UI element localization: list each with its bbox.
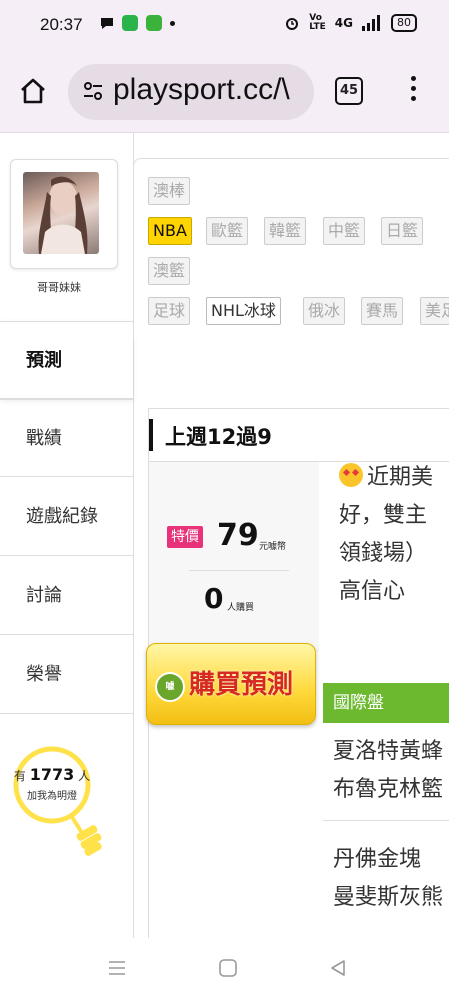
tab-switcher-button[interactable]: 45 [335,77,363,105]
status-bar: 20:37 Vo LTE 4G 80 [0,0,449,50]
lightbulb-icon [13,746,102,856]
league-chip-american-football[interactable]: 美足 [420,297,449,325]
coin-icon: 噱 [155,672,185,702]
follower-prefix: 有 [13,769,26,783]
league-chip-aus-baseball[interactable]: 澳棒 [148,177,191,205]
avatar-card[interactable] [10,159,118,269]
buy-prediction-label: 購買預測 [189,670,294,700]
league-filter: 澳棒 NBA 歐籃 韓籃 中籃 日籃 澳籃 足球 NHL冰球 俄冰 賽馬 美足 [133,158,449,339]
special-price-badge: 特價 [167,526,203,548]
clock: 20:37 [40,15,83,34]
signal-bars-icon [362,15,380,31]
league-chip-soccer[interactable]: 足球 [148,297,191,325]
sidebar-item-discussion[interactable]: 討論 [0,557,133,635]
sidebar-item-game-history[interactable]: 遊戲紀錄 [0,478,133,556]
follower-count: 1773 [29,765,75,784]
away-team: 布魯克林籃 [333,777,444,802]
header-accent [149,419,153,451]
system-status-icons: Vo LTE 4G 80 [284,14,417,32]
analysis-line: 好，雙主 [339,503,428,528]
league-chip-china-basketball[interactable]: 中籃 [323,217,366,245]
record-title: 上週12過9 [165,425,272,449]
more-notifications-dot [170,20,175,26]
follower-suffix: 人 [78,769,91,783]
price-value: 79 [217,518,259,553]
market-type-header: 國際盤 [323,683,449,723]
site-settings-icon[interactable] [82,80,104,102]
username: 哥哥妹妹 [37,281,81,294]
profile-sidebar: 哥哥妹妹 預測 戰績 遊戲紀錄 討論 榮譽 有 1773 人 加我為明燈 [0,133,134,938]
league-chip-nba[interactable]: NBA [148,217,192,245]
signal-icon: 4G [334,16,353,30]
notification-icons [100,15,175,31]
home-team: 丹佛金塊 [333,847,422,872]
alarm-icon [286,18,299,30]
sidebar-item-predictions[interactable]: 預測 [0,321,133,399]
browser-toolbar: playsport.cc/\ 45 [0,50,449,133]
avatar-photo [38,176,88,254]
follow-caption: 加我為明燈 [27,791,77,802]
web-page: 哥哥妹妹 預測 戰績 遊戲紀錄 討論 榮譽 有 1773 人 加我為明燈 澳棒 … [0,133,449,938]
volte-icon: Vo LTE [309,13,326,32]
app-notification-icon [146,15,162,31]
avatar [23,172,99,254]
follow-lightbulb-button[interactable]: 有 1773 人 加我為明燈 [10,745,120,865]
sidebar-item-record[interactable]: 戰績 [0,399,133,477]
home-nav-icon[interactable] [218,958,238,978]
star-eyes-emoji-icon [339,463,363,487]
address-bar[interactable]: playsport.cc/\ [68,64,314,120]
game-row[interactable]: 丹佛金塊 曼斐斯灰熊 [323,831,449,929]
follower-count-line: 有 1773 人 [10,765,94,784]
home-team: 夏洛特黃蜂 [333,739,444,764]
analysis-line: 近期美 [339,459,449,497]
system-navigation-bar [0,938,449,1000]
record-header: 上週12過9 [149,409,449,462]
divider [189,570,289,571]
away-team: 曼斐斯灰熊 [333,885,444,910]
league-chip-aus-basketball[interactable]: 澳籃 [148,257,191,285]
analysis-text: 近期美 好，雙主 領錢場） 高信心 [339,459,449,611]
price-unit: 元噱幣 [259,542,287,552]
buyer-count: 0 [204,582,224,615]
game-row[interactable]: 夏洛特黃蜂 布魯克林籃 [323,723,449,821]
battery-icon: 80 [391,14,417,32]
back-nav-icon[interactable] [328,958,348,978]
overflow-menu-icon[interactable] [406,76,420,106]
analysis-line: 高信心 [339,579,406,604]
price-box: 特價 79 元噱幣 0 人購買 [149,462,319,652]
sidebar-item-honors[interactable]: 榮譽 [0,636,133,714]
league-chip-korea-basketball[interactable]: 韓籃 [264,217,307,245]
buyer-unit: 人購買 [227,603,255,613]
buy-prediction-button[interactable]: 噱 購買預測 [146,643,316,725]
league-chip-euro-basketball[interactable]: 歐籃 [206,217,249,245]
league-chip-horse-racing[interactable]: 賽馬 [361,297,404,325]
league-chip-japan-basketball[interactable]: 日籃 [381,217,424,245]
recents-menu-icon[interactable] [107,958,127,978]
analysis-line: 領錢場） [339,541,428,566]
league-chip-nhl[interactable]: NHL冰球 [206,297,281,325]
home-icon[interactable] [18,76,48,106]
chat-icon [101,18,113,29]
app-notification-icon [122,15,138,31]
url-text: playsport.cc/\ [113,73,290,106]
league-chip-russia-hockey[interactable]: 俄冰 [303,297,346,325]
